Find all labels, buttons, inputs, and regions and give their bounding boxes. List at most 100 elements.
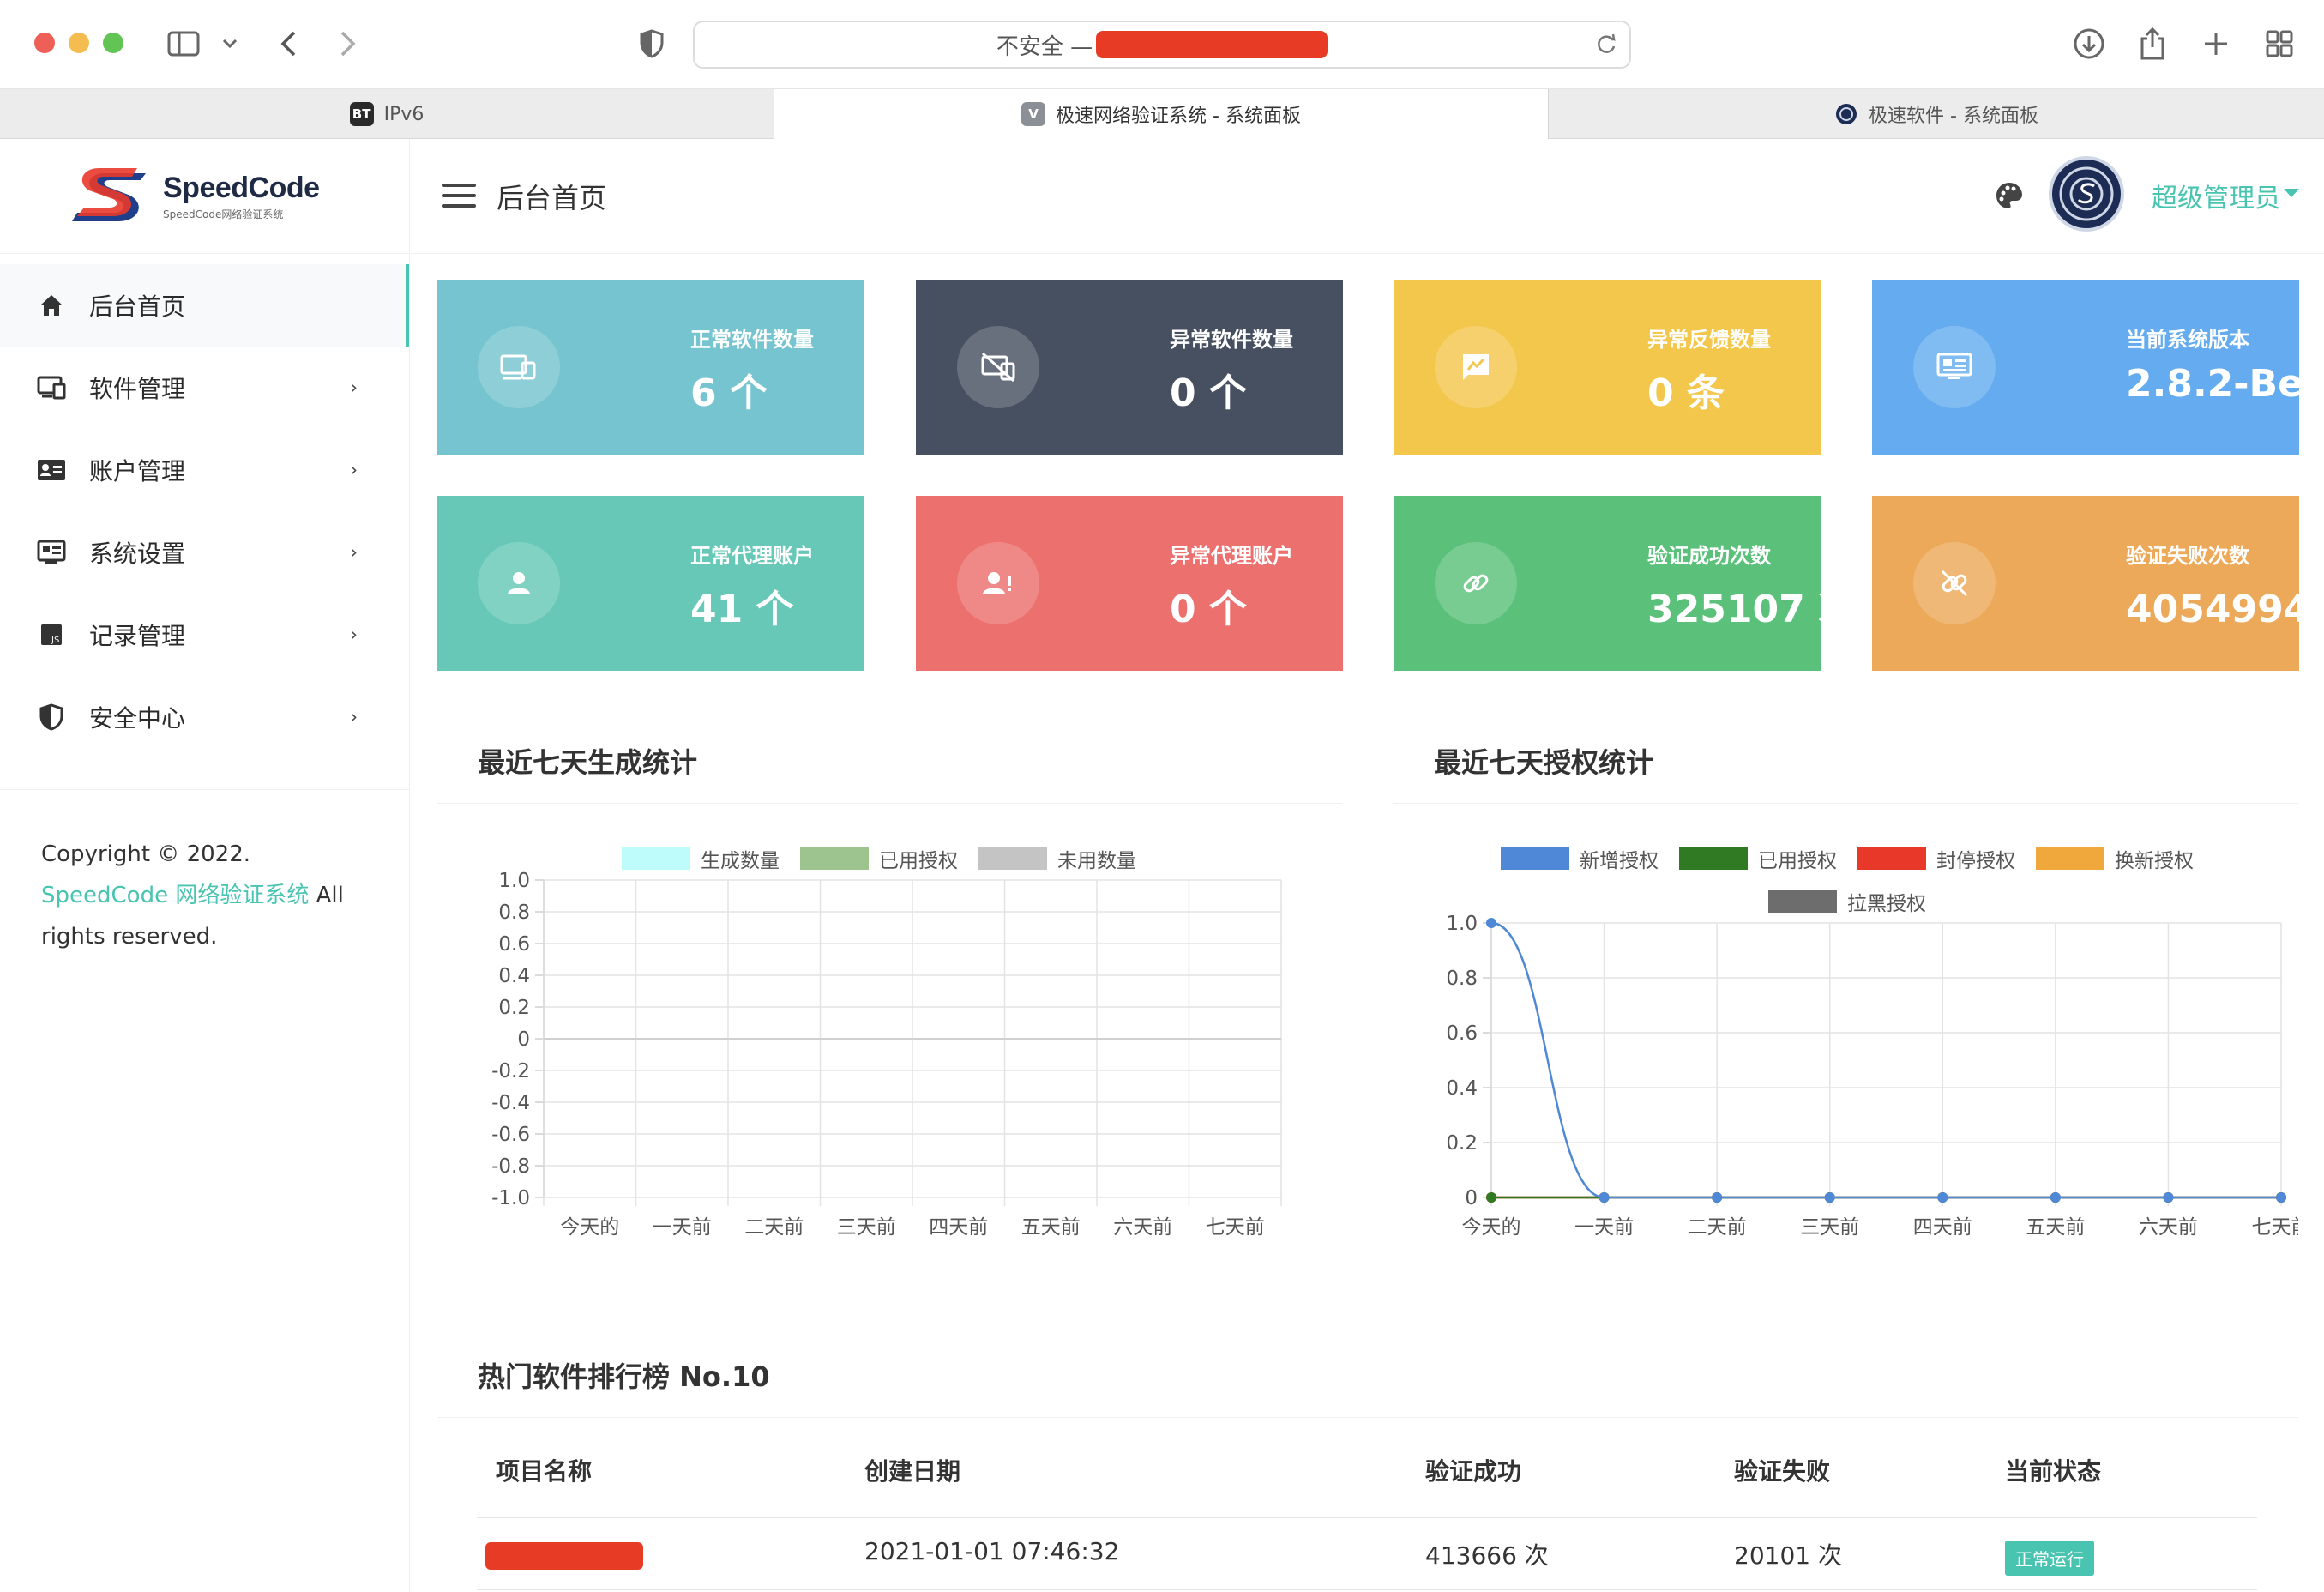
table-cell-success: 413666 次 — [1425, 1541, 1549, 1570]
user-menu[interactable]: 超级管理员 — [2152, 177, 2280, 214]
chevron-right-icon: › — [350, 459, 358, 481]
data-point — [2050, 1192, 2061, 1203]
data-point — [1486, 1192, 1496, 1203]
back-icon[interactable] — [273, 22, 304, 65]
y-tick-label: -0.4 — [491, 1092, 530, 1114]
sidebar-item-accounts[interactable]: 账户管理 › — [0, 429, 409, 511]
avatar[interactable] — [2049, 156, 2124, 232]
stat-label: 异常反馈数量 — [1647, 328, 1771, 352]
x-tick-label: 今天的 — [560, 1216, 619, 1239]
link-off-icon — [1913, 542, 1996, 624]
stat-value: 6 个 — [690, 371, 768, 415]
y-tick-label: 1.0 — [1446, 913, 1478, 935]
page-title: 后台首页 — [497, 182, 607, 214]
address-bar[interactable]: 不安全 — — [693, 21, 1631, 69]
x-tick-label: 五天前 — [1021, 1216, 1081, 1239]
x-tick-label: 六天前 — [2139, 1216, 2198, 1239]
new-tab-icon[interactable] — [2197, 22, 2235, 65]
chevron-down-icon[interactable] — [218, 22, 242, 65]
copyright: Copyright © 2022. SpeedCode 网络验证系统 All r… — [41, 834, 384, 957]
browser-tab-bar: BT IPv6 V 极速网络验证系统 - 系统面板 极速软件 - 系统面板 — [0, 89, 2324, 139]
devices-icon — [478, 326, 560, 408]
panel-title: 热门软件排行榜 No.10 — [478, 1360, 770, 1393]
tab-label: 极速网络验证系统 - 系统面板 — [1056, 106, 1301, 127]
sidebar: SpeedCode SpeedCode网络验证系统 后台首页 软件管理 › 账户… — [0, 139, 410, 1592]
menu-toggle-icon[interactable] — [442, 184, 476, 208]
tab-overview-icon[interactable] — [2261, 22, 2298, 65]
caret-down-icon[interactable] — [2284, 189, 2299, 197]
y-tick-label: 1.0 — [498, 870, 530, 892]
sidebar-toggle-icon[interactable] — [165, 22, 202, 65]
y-tick-label: 0 — [517, 1028, 530, 1051]
tab-speed-software-panel[interactable]: 极速软件 - 系统面板 — [1549, 89, 2324, 139]
browser-toolbar: 不安全 — — [0, 0, 2324, 89]
news-icon — [1913, 326, 1996, 408]
stat-value: 2.8.2-Beta — [2126, 362, 2324, 406]
devices-off-icon — [957, 326, 1039, 408]
home-icon — [36, 290, 67, 321]
stat-card: 异常代理账户 0 个 — [916, 496, 1343, 671]
bt-icon: BT — [349, 102, 374, 126]
tab-speed-verify-panel[interactable]: V 极速网络验证系统 - 系统面板 — [774, 89, 1549, 139]
sidebar-item-settings[interactable]: 系统设置 › — [0, 511, 409, 594]
sidebar-item-records[interactable]: JS 记录管理 › — [0, 594, 409, 676]
speedcode-logo-icon — [70, 166, 156, 226]
generation-chart: 1.0 0.8 0.6 0.4 0.2 0 -0.2 -0.4 -0.6 -0.8 -1.0 今天的 一… — [491, 870, 1282, 1239]
x-tick-label: 五天前 — [2026, 1216, 2085, 1239]
x-tick-label: 四天前 — [929, 1216, 988, 1239]
sidebar-item-label: 账户管理 — [89, 457, 186, 485]
sidebar-item-security[interactable]: 安全中心 › — [0, 676, 409, 758]
y-tick-label: 0 — [1465, 1187, 1478, 1209]
sidebar-item-home[interactable]: 后台首页 — [0, 264, 409, 347]
x-tick-label: 今天的 — [1462, 1216, 1521, 1239]
downloads-icon[interactable] — [2070, 22, 2108, 65]
stat-card: 正常代理账户 41 个 — [437, 496, 864, 671]
y-tick-label: 0.6 — [1446, 1022, 1478, 1045]
stat-label: 异常软件数量 — [1170, 328, 1293, 352]
authorization-stats-panel: 最近七天授权统计 新增授权 已用授权 封停授权 换新授权 拉黑授权 1.0 0.8 0.6 0… — [1393, 710, 2298, 1283]
logo-subtitle: SpeedCode网络验证系统 — [163, 208, 284, 220]
sidebar-item-label: 软件管理 — [89, 375, 186, 403]
y-tick-label: 0.2 — [1446, 1132, 1478, 1155]
v-icon: V — [1021, 102, 1046, 126]
minimize-window-button[interactable] — [69, 33, 89, 53]
privacy-shield-icon[interactable] — [636, 22, 667, 65]
sidebar-item-software[interactable]: 软件管理 › — [0, 347, 409, 429]
chevron-right-icon: › — [350, 377, 358, 399]
logo[interactable]: SpeedCode SpeedCode网络验证系统 — [0, 139, 409, 254]
palette-icon[interactable] — [1994, 180, 2025, 214]
column-header-date: 创建日期 — [864, 1457, 961, 1486]
redacted-project-name — [485, 1542, 643, 1570]
data-point — [1824, 1192, 1835, 1203]
reload-icon[interactable] — [1595, 33, 1617, 63]
close-window-button[interactable] — [34, 33, 55, 53]
x-tick-label: 三天前 — [837, 1216, 896, 1239]
data-point — [2276, 1192, 2286, 1203]
forward-icon[interactable] — [333, 22, 364, 65]
sidebar-item-label: 安全中心 — [89, 704, 186, 733]
stat-label: 验证失败次数 — [2126, 544, 2249, 568]
stat-value: 41 个 — [690, 588, 794, 631]
copyright-link[interactable]: SpeedCode 网络验证系统 — [41, 883, 309, 908]
stat-card: 异常反馈数量 0 条 — [1394, 280, 1821, 455]
series-line — [1490, 921, 2281, 1199]
zoom-window-button[interactable] — [103, 33, 123, 53]
stat-value: 0 条 — [1647, 371, 1725, 415]
y-tick-label: 0.6 — [498, 933, 530, 956]
y-tick-label: 0.4 — [498, 965, 530, 987]
share-icon[interactable] — [2134, 22, 2171, 65]
y-tick-label: 0.2 — [498, 997, 530, 1019]
tab-ipv6[interactable]: BT IPv6 — [0, 89, 774, 139]
tab-label: IPv6 — [383, 103, 424, 125]
browser-window: 不安全 — BT IPv6 V 极速网络验证系统 - 系统面板 极速软件 - 系… — [0, 0, 2324, 1592]
data-point — [1937, 1192, 1948, 1203]
column-header-success: 验证成功 — [1425, 1457, 1522, 1486]
feedback-icon — [1435, 326, 1517, 408]
address-security-text: 不安全 — — [996, 33, 1093, 60]
chevron-right-icon: › — [350, 541, 358, 564]
chevron-right-icon: › — [350, 624, 358, 646]
y-tick-label: -0.2 — [491, 1060, 530, 1082]
y-tick-label: -1.0 — [491, 1187, 530, 1209]
sidebar-divider — [0, 789, 410, 790]
js-file-icon: JS — [36, 619, 67, 650]
